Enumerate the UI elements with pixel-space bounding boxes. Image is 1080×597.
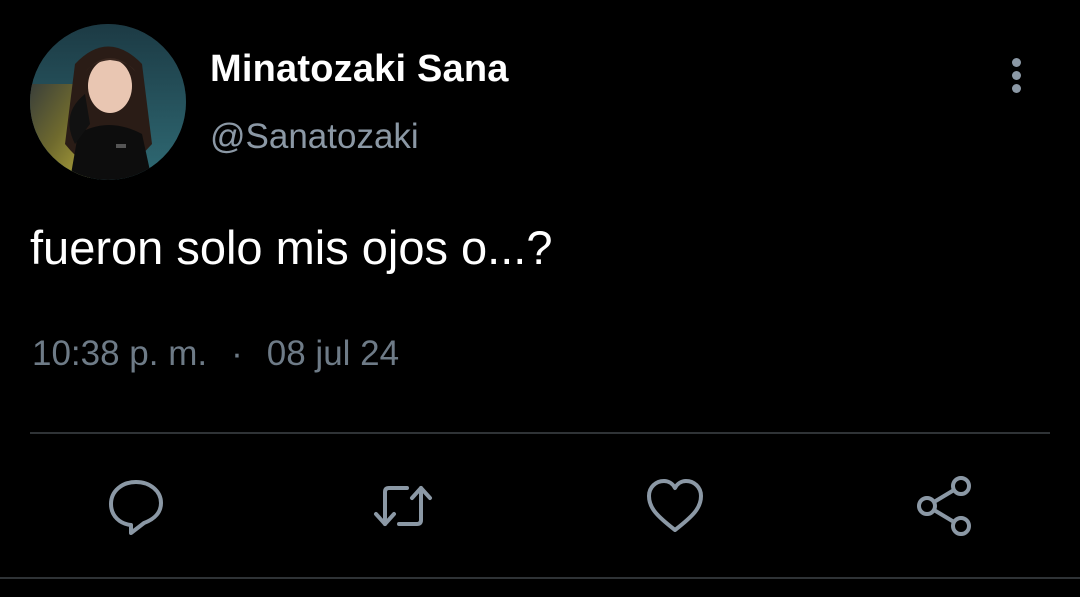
bottom-divider [0, 577, 1080, 579]
like-button[interactable] [643, 474, 707, 538]
share-icon [917, 476, 971, 536]
timestamp-separator: · [231, 334, 243, 373]
reply-icon [109, 480, 163, 535]
retweet-icon [374, 486, 432, 526]
avatar-image [30, 24, 186, 180]
more-options-icon[interactable] [1002, 56, 1032, 96]
share-button[interactable] [913, 474, 977, 538]
tweet-time: 10:38 p. m. [32, 334, 208, 373]
author-handle[interactable]: @Sanatozaki [210, 117, 419, 157]
tweet-date: 08 jul 24 [266, 334, 400, 373]
like-icon [647, 479, 703, 532]
tweet-card: Minatozaki Sana @Sanatozaki fueron solo … [0, 0, 1080, 597]
divider [30, 432, 1050, 434]
reply-button[interactable] [104, 474, 168, 538]
tweet-timestamp[interactable]: 10:38 p. m. · 08 jul 24 [32, 334, 399, 374]
author-display-name[interactable]: Minatozaki Sana [210, 48, 509, 91]
avatar[interactable] [30, 24, 186, 180]
tweet-text: fueron solo mis ojos o...? [30, 221, 553, 274]
retweet-button[interactable] [371, 474, 435, 538]
